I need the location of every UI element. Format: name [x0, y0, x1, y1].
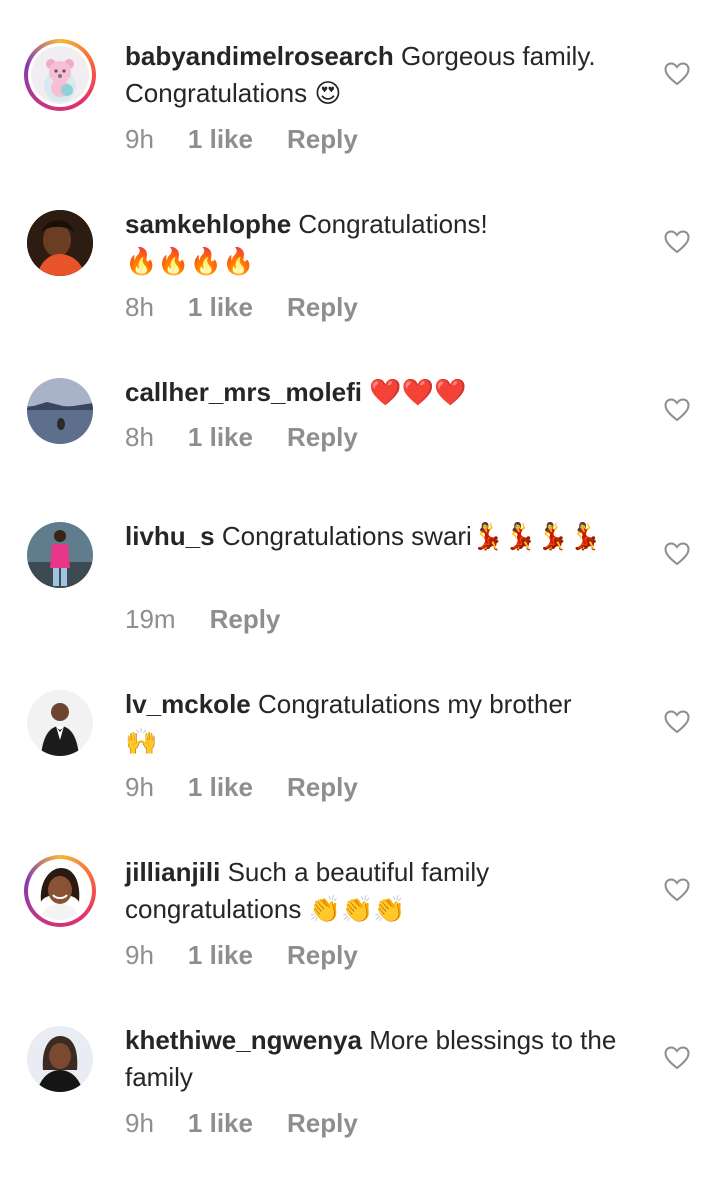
comment-username[interactable]: lv_mckole: [125, 689, 251, 719]
heart-icon[interactable]: [664, 542, 690, 566]
heart-icon[interactable]: [664, 62, 690, 86]
avatar[interactable]: [27, 378, 93, 444]
comment-text-block: babyandimelrosearch Gorgeous family. Con…: [125, 38, 645, 113]
comment-username[interactable]: livhu_s: [125, 521, 215, 551]
comment-username[interactable]: callher_mrs_molefi: [125, 377, 362, 407]
comment-meta: 9h 1 like Reply: [125, 124, 358, 155]
comment-meta: 8h 1 like Reply: [125, 422, 358, 453]
comments-list: babyandimelrosearch Gorgeous family. Con…: [0, 0, 720, 1188]
avatar[interactable]: [27, 522, 93, 588]
comment-time: 9h: [125, 124, 154, 154]
comment-emoji: 💃💃💃💃: [471, 522, 602, 552]
heart-icon[interactable]: [664, 230, 690, 254]
comment-text: Congratulations my brother: [257, 689, 572, 719]
comment-emoji: 🔥🔥🔥🔥: [125, 247, 255, 277]
comment-emoji: 👏👏👏: [308, 895, 406, 925]
comment-likes[interactable]: 1 like: [188, 1108, 253, 1139]
comment-time: 9h: [125, 772, 154, 802]
man-in-suit-avatar-icon: [27, 690, 93, 756]
woman-avatar-icon: [27, 1026, 93, 1092]
comment-meta: 9h 1 like Reply: [125, 940, 358, 971]
comment-text-block: livhu_s Congratulations swari💃💃💃💃: [125, 518, 645, 556]
comment-time: 19m: [125, 604, 176, 634]
heart-icon[interactable]: [664, 878, 690, 902]
heart-icon[interactable]: [664, 1046, 690, 1070]
comment-emoji: ❤️❤️❤️: [369, 378, 467, 408]
comment-username[interactable]: samkehlophe: [125, 209, 291, 239]
comment-emoji: 🙌: [125, 727, 158, 757]
person-avatar-icon: [27, 522, 93, 588]
reply-button[interactable]: Reply: [287, 292, 358, 323]
comment-time: 8h: [125, 422, 154, 452]
comment-meta: 8h 1 like Reply: [125, 292, 358, 323]
comment-likes[interactable]: 1 like: [188, 124, 253, 155]
comment-likes[interactable]: 1 like: [188, 292, 253, 323]
lake-avatar-icon: [27, 378, 93, 444]
comment-text: Congratulations swari: [221, 521, 472, 551]
heart-icon[interactable]: [664, 710, 690, 734]
comment-meta: 19m Reply: [125, 604, 280, 635]
avatar[interactable]: [24, 855, 96, 927]
teddy-bear-icon: [31, 46, 89, 104]
woman-avatar-icon: [31, 862, 89, 920]
comment-meta: 9h 1 like Reply: [125, 1108, 358, 1139]
comment-time: 8h: [125, 292, 154, 322]
comment-username[interactable]: khethiwe_ngwenya: [125, 1025, 362, 1055]
comment-username[interactable]: babyandimelrosearch: [125, 41, 394, 71]
comment-text: Congratulations!: [298, 209, 488, 239]
avatar[interactable]: [27, 690, 93, 756]
reply-button[interactable]: Reply: [287, 124, 358, 155]
reply-button[interactable]: Reply: [287, 1108, 358, 1139]
comment-text-block: lv_mckole Congratulations my brother 🙌: [125, 686, 645, 761]
comment-time: 9h: [125, 1108, 154, 1138]
avatar[interactable]: [27, 1026, 93, 1092]
avatar[interactable]: [27, 210, 93, 276]
person-avatar-icon: [27, 210, 93, 276]
comment-username[interactable]: jillianjili: [125, 857, 220, 887]
comment-meta: 9h 1 like Reply: [125, 772, 358, 803]
avatar[interactable]: [24, 39, 96, 111]
reply-button[interactable]: Reply: [287, 422, 358, 453]
reply-button[interactable]: Reply: [287, 772, 358, 803]
comment-text-block: jillianjili Such a beautiful family cong…: [125, 854, 645, 929]
reply-button[interactable]: Reply: [287, 940, 358, 971]
reply-button[interactable]: Reply: [210, 604, 281, 635]
comment-likes[interactable]: 1 like: [188, 772, 253, 803]
comment-emoji: 😍: [314, 79, 342, 109]
comment-text-block: samkehlophe Congratulations! 🔥🔥🔥🔥: [125, 206, 645, 281]
heart-icon[interactable]: [664, 398, 690, 422]
comment-text-block: khethiwe_ngwenya More blessings to the f…: [125, 1022, 645, 1096]
comment-text-block: callher_mrs_molefi ❤️❤️❤️: [125, 374, 645, 412]
comment-likes[interactable]: 1 like: [188, 422, 253, 453]
comment-likes[interactable]: 1 like: [188, 940, 253, 971]
comment-time: 9h: [125, 940, 154, 970]
